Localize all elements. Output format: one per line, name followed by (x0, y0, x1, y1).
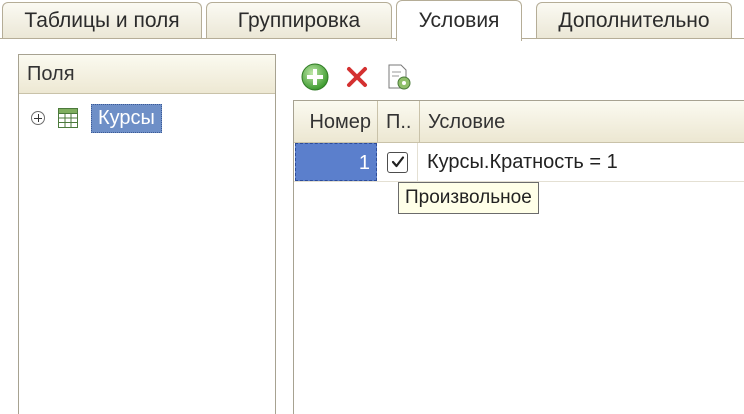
tab-additional[interactable]: Дополнительно (536, 2, 732, 38)
row-checkbox-cell[interactable] (378, 143, 418, 181)
tab-tables-and-fields[interactable]: Таблицы и поля (2, 2, 202, 38)
conditions-grid: Номер П.. Условие 1 Курсы.Кратность = 1 (293, 100, 744, 414)
document-gear-icon (388, 64, 411, 90)
table-icon (58, 108, 78, 128)
edit-condition-button[interactable] (384, 62, 414, 92)
row-number-cell[interactable]: 1 (295, 143, 377, 181)
tree-item-kursy[interactable]: Курсы (31, 103, 162, 133)
plus-circle-icon (301, 63, 329, 91)
conditions-toolbar (300, 62, 426, 92)
expand-plus-icon[interactable] (31, 111, 45, 125)
row-condition-cell[interactable]: Курсы.Кратность = 1 (427, 143, 727, 181)
condition-enabled-checkbox[interactable] (387, 151, 408, 173)
add-button[interactable] (300, 62, 330, 92)
tree-item-label[interactable]: Курсы (91, 103, 162, 133)
column-header-condition[interactable]: Условие (420, 101, 744, 143)
column-header-number[interactable]: Номер (294, 101, 378, 143)
tab-conditions[interactable]: Условия (396, 0, 522, 41)
red-x-icon (347, 67, 367, 87)
grid-header: Номер П.. Условие (294, 101, 744, 143)
fields-panel: Поля Курсы (18, 54, 276, 414)
tooltip: Произвольное (398, 182, 539, 214)
delete-button[interactable] (342, 62, 372, 92)
tab-strip: Таблицы и поля Группировка Условия Допол… (0, 0, 744, 41)
fields-panel-header: Поля (19, 55, 275, 94)
tab-grouping[interactable]: Группировка (206, 2, 392, 38)
column-header-flag[interactable]: П.. (378, 101, 420, 143)
checkmark-icon (391, 156, 404, 168)
table-row[interactable]: 1 Курсы.Кратность = 1 (294, 143, 744, 182)
